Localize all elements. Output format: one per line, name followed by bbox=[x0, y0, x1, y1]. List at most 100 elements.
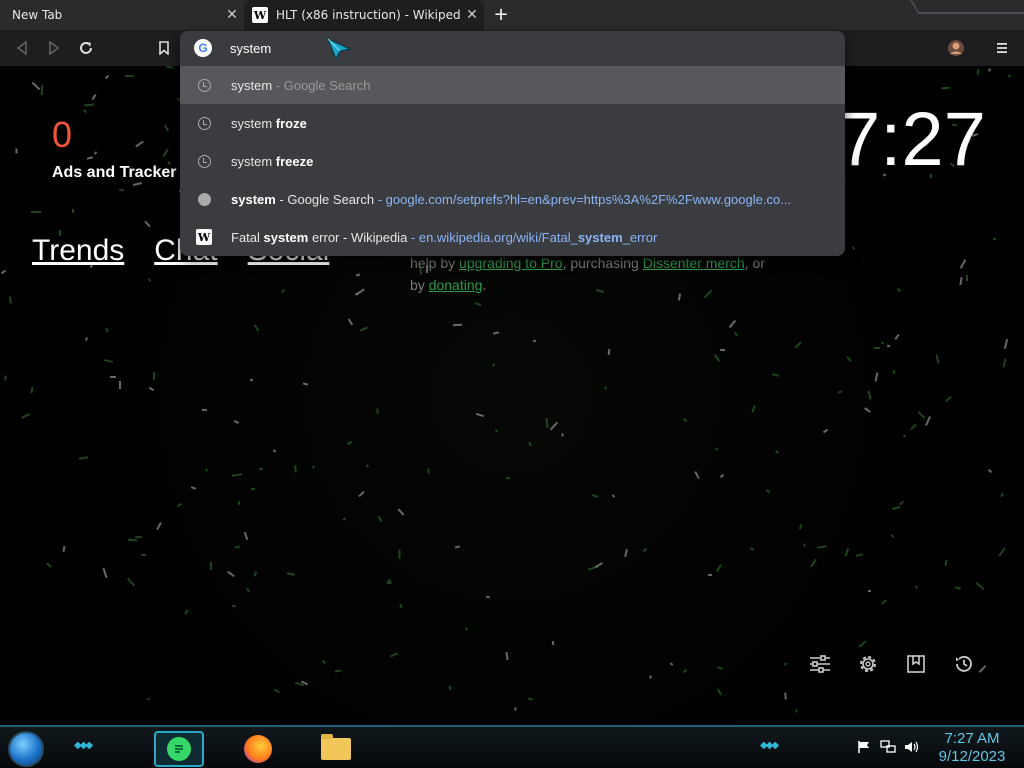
background-streak bbox=[514, 707, 517, 711]
background-streak bbox=[881, 599, 887, 605]
background-streak bbox=[386, 581, 393, 585]
donate-link[interactable]: donating bbox=[429, 277, 483, 293]
wikipedia-icon: W bbox=[252, 7, 268, 23]
background-streak bbox=[734, 331, 738, 337]
background-streak bbox=[135, 140, 144, 148]
background-streak bbox=[669, 662, 674, 666]
suggestion-item[interactable]: system - Google Search - google.com/setp… bbox=[180, 180, 845, 218]
reload-button[interactable] bbox=[76, 38, 96, 58]
background-streak bbox=[233, 419, 240, 425]
background-streak bbox=[867, 390, 872, 400]
background-streak bbox=[31, 81, 41, 91]
background-streak bbox=[886, 344, 891, 348]
new-tab-button[interactable]: + bbox=[490, 5, 512, 25]
background-streak bbox=[891, 505, 901, 511]
background-streak bbox=[611, 494, 616, 498]
back-button[interactable] bbox=[12, 38, 32, 58]
network-button[interactable] bbox=[880, 739, 896, 755]
background-streak bbox=[358, 490, 365, 498]
background-streak bbox=[104, 74, 110, 80]
omnibox-dropdown: G system system - Google Search system f… bbox=[180, 31, 845, 256]
background-streak bbox=[452, 323, 463, 327]
background-streak bbox=[127, 538, 138, 542]
background-streak bbox=[144, 220, 151, 228]
nav-trends[interactable]: Trends bbox=[32, 234, 124, 268]
background-streak bbox=[719, 473, 725, 479]
background-streak bbox=[545, 417, 549, 429]
background-streak bbox=[250, 487, 256, 491]
background-streak bbox=[694, 470, 700, 480]
background-streak bbox=[258, 467, 264, 471]
background-streak bbox=[294, 465, 297, 473]
suggestion-item[interactable]: system - Google Search bbox=[180, 66, 845, 104]
background-streak bbox=[119, 381, 121, 389]
sliders-icon bbox=[810, 655, 830, 673]
taskbar-decoration: ◆◆◆ bbox=[760, 740, 779, 751]
suggestion-item[interactable]: system freeze bbox=[180, 142, 845, 180]
firefox-icon bbox=[244, 735, 272, 763]
background-streak bbox=[246, 587, 250, 593]
background-streak bbox=[713, 354, 721, 362]
profile-avatar[interactable] bbox=[946, 38, 966, 58]
background-streak bbox=[237, 500, 241, 506]
background-streak bbox=[1007, 74, 1012, 78]
system-clock[interactable]: 7:27 AM 9/12/2023 bbox=[930, 730, 1014, 766]
settings-button[interactable] bbox=[856, 652, 880, 676]
customize-button[interactable] bbox=[808, 652, 832, 676]
volume-button[interactable] bbox=[904, 739, 920, 755]
back-icon bbox=[16, 41, 27, 55]
tab-new-tab[interactable]: New Tab ✕ bbox=[0, 0, 244, 30]
bookmarks-button[interactable] bbox=[904, 652, 928, 676]
background-streak bbox=[474, 301, 482, 307]
background-streak bbox=[867, 589, 872, 593]
suggestion-item[interactable]: system froze bbox=[180, 104, 845, 142]
background-streak bbox=[642, 547, 648, 553]
close-icon[interactable]: ✕ bbox=[220, 7, 244, 23]
background-streak bbox=[844, 547, 850, 557]
background-streak bbox=[146, 697, 151, 701]
background-streak bbox=[147, 278, 152, 282]
close-icon[interactable]: ✕ bbox=[460, 7, 484, 23]
background-streak bbox=[607, 348, 611, 356]
background-streak bbox=[915, 585, 918, 589]
background-streak bbox=[1000, 492, 1004, 498]
taskbar-decoration: ◆◆◆ bbox=[74, 740, 93, 751]
forward-button[interactable] bbox=[44, 38, 64, 58]
background-streak bbox=[874, 372, 879, 382]
chat-app-button[interactable] bbox=[154, 731, 204, 767]
address-bar[interactable]: G system bbox=[180, 31, 845, 65]
background-streak bbox=[604, 386, 607, 390]
background-streak bbox=[954, 586, 962, 590]
background-streak bbox=[346, 441, 353, 445]
background-streak bbox=[965, 274, 969, 282]
upgrade-link[interactable]: upgrading to Pro bbox=[459, 255, 563, 271]
firefox-button[interactable] bbox=[240, 731, 276, 767]
background-streak bbox=[321, 659, 327, 665]
background-streak bbox=[549, 421, 559, 431]
background-streak bbox=[249, 378, 254, 382]
background-streak bbox=[132, 182, 143, 186]
merch-link[interactable]: Dissenter merch bbox=[643, 255, 745, 271]
file-explorer-button[interactable] bbox=[318, 731, 354, 767]
suggestion-item[interactable]: W Fatal system error - Wikipedia - en.wi… bbox=[180, 218, 845, 256]
flag-icon bbox=[858, 741, 869, 753]
menu-button[interactable] bbox=[992, 38, 1012, 58]
reload-icon bbox=[80, 42, 92, 54]
action-center-button[interactable] bbox=[856, 739, 872, 755]
start-button[interactable] bbox=[8, 731, 44, 767]
background-streak bbox=[976, 68, 980, 76]
tab-wikipedia[interactable]: W HLT (x86 instruction) - Wikipedia ✕ bbox=[244, 0, 484, 30]
history-button[interactable] bbox=[952, 652, 976, 676]
bookmark-button[interactable] bbox=[154, 38, 174, 58]
background-streak bbox=[83, 108, 87, 114]
background-streak bbox=[715, 564, 723, 572]
address-input[interactable]: system bbox=[230, 41, 271, 56]
background-streak bbox=[8, 296, 13, 304]
background-streak bbox=[494, 429, 499, 433]
background-streak bbox=[355, 273, 361, 277]
background-streak bbox=[234, 545, 241, 549]
background-streak bbox=[359, 326, 369, 332]
background-streak bbox=[902, 434, 907, 438]
background-streak bbox=[399, 603, 403, 609]
background-streak bbox=[389, 652, 399, 658]
